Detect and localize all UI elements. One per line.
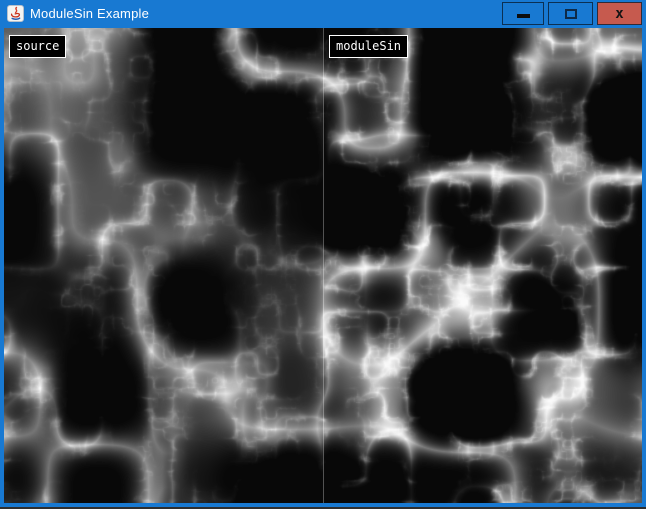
- titlebar[interactable]: ModuleSin Example x: [0, 0, 646, 28]
- app-window: ModuleSin Example x source moduleSin: [0, 0, 646, 507]
- java-cup-icon: [7, 5, 24, 22]
- noise-render-area: source moduleSin: [4, 28, 642, 503]
- minimize-button[interactable]: [502, 2, 544, 25]
- desktop-background: ModuleSin Example x source moduleSin: [0, 0, 646, 509]
- window-title: ModuleSin Example: [30, 0, 149, 28]
- window-controls: x: [502, 2, 642, 25]
- close-button[interactable]: x: [597, 2, 642, 25]
- close-icon: x: [615, 7, 623, 21]
- panel-label-modulesin: moduleSin: [329, 35, 408, 58]
- maximize-icon: [565, 9, 577, 19]
- minimize-icon: [517, 14, 530, 18]
- panel-label-source: source: [9, 35, 66, 58]
- panel-divider: [323, 28, 324, 503]
- maximize-button[interactable]: [548, 2, 593, 25]
